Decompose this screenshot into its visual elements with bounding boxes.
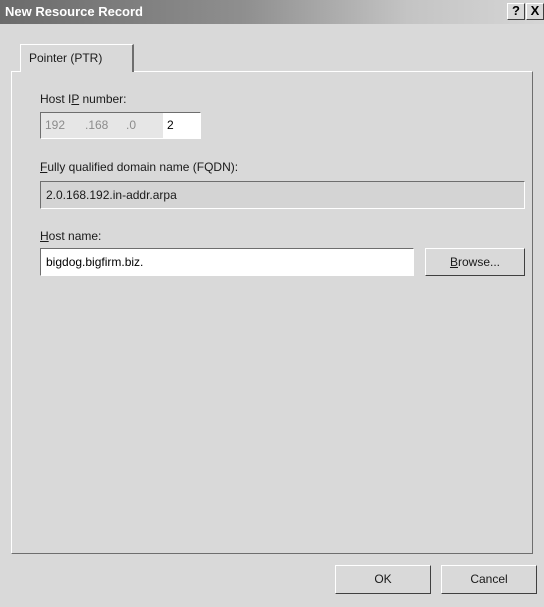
ip-octet-2: .168 xyxy=(85,118,109,132)
tab-pointer-ptr[interactable]: Pointer (PTR) xyxy=(20,44,134,72)
ip-host-octet[interactable]: 2 xyxy=(167,118,174,132)
help-button[interactable]: ? xyxy=(507,3,525,20)
close-button[interactable]: X xyxy=(526,3,544,20)
host-ip-label: Host IP number: xyxy=(40,92,127,106)
fqdn-label: Fully qualified domain name (FQDN): xyxy=(40,160,239,174)
cancel-button[interactable]: Cancel xyxy=(441,565,537,594)
ip-octet-3: .0 xyxy=(126,118,137,132)
ip-octet-1: 192 xyxy=(45,118,66,132)
host-name-value: bigdog.bigfirm.biz. xyxy=(46,255,144,269)
ip-network-part: 192 .168 .0 xyxy=(41,113,163,138)
fqdn-value: 2.0.168.192.in-addr.arpa xyxy=(46,188,177,202)
host-ip-input[interactable]: 192 .168 .0 2 xyxy=(40,112,201,139)
host-name-label: Host name: xyxy=(40,229,102,243)
host-name-input[interactable]: bigdog.bigfirm.biz. xyxy=(40,248,414,276)
ok-button[interactable]: OK xyxy=(335,565,431,594)
dialog-title: New Resource Record xyxy=(5,4,143,19)
title-bar: New Resource Record ? X xyxy=(0,0,544,24)
browse-button[interactable]: Browse... xyxy=(425,248,525,276)
new-resource-record-dialog: New Resource Record ? X Pointer (PTR) Ho… xyxy=(0,0,544,607)
fqdn-field: 2.0.168.192.in-addr.arpa xyxy=(40,181,525,209)
tab-panel xyxy=(11,71,533,554)
tab-label: Pointer (PTR) xyxy=(29,51,103,65)
